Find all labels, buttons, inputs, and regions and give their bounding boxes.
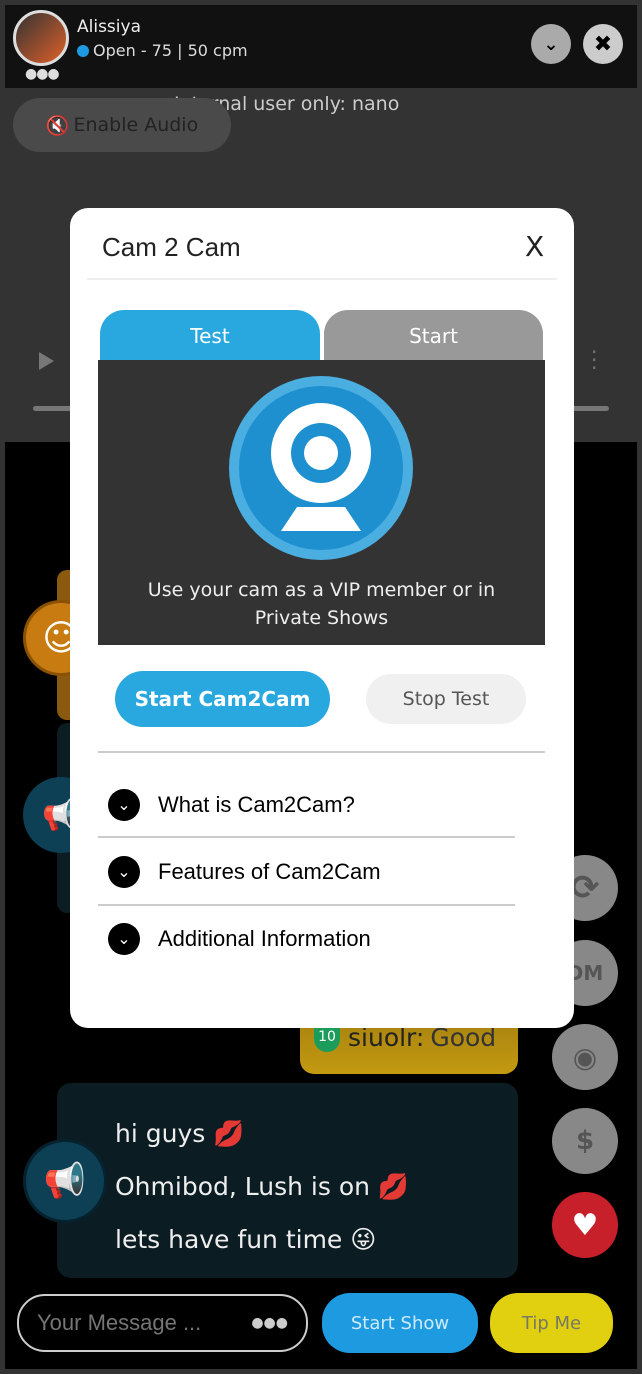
status-dot-icon <box>77 44 89 57</box>
dollar-icon: $ <box>575 1126 595 1156</box>
webcam-button[interactable]: ◉ <box>552 1024 618 1090</box>
webcam-icon: ◉ <box>572 1040 598 1074</box>
tip-button[interactable]: $ <box>552 1108 618 1174</box>
lips-icon: 💋 <box>213 1119 245 1148</box>
divider <box>98 904 515 906</box>
accordion-label: What is Cam2Cam? <box>158 792 355 817</box>
webcam-icon <box>229 376 413 560</box>
divider <box>98 836 515 838</box>
play-icon[interactable] <box>39 352 54 370</box>
accordion-additional-info[interactable]: ⌄ Additional Information <box>108 911 526 967</box>
collapse-button[interactable]: ⌄ <box>531 24 571 64</box>
avatar[interactable] <box>13 10 69 66</box>
chat-line: hi guys 💋 <box>115 1119 245 1148</box>
status-row: Open - 75 | 50 cpm <box>77 41 248 60</box>
header: ●●● Alissiya Open - 75 | 50 cpm ⌄ ✖ <box>5 5 637 88</box>
performer-name: Alissiya <box>77 17 141 37</box>
accordion-what-is-cam2cam[interactable]: ⌄ What is Cam2Cam? <box>108 777 526 833</box>
stop-test-button[interactable]: Stop Test <box>366 674 526 724</box>
message-input[interactable]: ●●● <box>17 1294 308 1352</box>
accordion-label: Additional Information <box>158 926 371 951</box>
heart-icon: ♥ <box>571 1207 599 1243</box>
tab-test[interactable]: Test <box>100 310 320 362</box>
wink-emoji-icon: 😜 <box>350 1225 377 1254</box>
close-button[interactable]: ✖ <box>583 24 623 64</box>
chat-line: Ohmibod, Lush is on 💋 <box>115 1172 410 1201</box>
chevron-down-icon: ⌄ <box>108 856 140 888</box>
modal-close-button[interactable]: X <box>525 230 544 263</box>
chat-message: hi guys 💋 Ohmibod, Lush is on 💋 lets hav… <box>57 1083 518 1278</box>
chat-line: lets have fun time 😜 <box>115 1225 377 1254</box>
favorite-button[interactable]: ♥ <box>552 1192 618 1258</box>
divider <box>87 278 557 280</box>
status-text: Open - 75 | 50 cpm <box>93 41 248 60</box>
chevron-down-icon: ⌄ <box>108 789 140 821</box>
app-frame: ●●● Alissiya Open - 75 | 50 cpm ⌄ ✖ Inte… <box>5 5 637 1369</box>
more-dots-icon[interactable]: ●●● <box>25 66 60 82</box>
cam2cam-modal: Cam 2 Cam X Test Start Use your cam as a… <box>70 208 574 1028</box>
muted-speaker-icon: 🔇 <box>45 114 70 137</box>
refresh-icon: ⟳ <box>570 868 600 908</box>
tab-start[interactable]: Start <box>324 310 543 362</box>
start-show-button[interactable]: Start Show <box>322 1293 478 1353</box>
accordion-label: Features of Cam2Cam <box>158 859 381 884</box>
megaphone-icon: 📢 <box>23 1139 107 1223</box>
enable-audio-button[interactable]: 🔇 Enable Audio <box>13 98 231 152</box>
cam-description: Use your cam as a VIP member or in Priva… <box>147 579 496 629</box>
modal-title: Cam 2 Cam <box>102 232 241 262</box>
start-cam2cam-button[interactable]: Start Cam2Cam <box>115 671 330 727</box>
lips-icon: 💋 <box>377 1172 410 1201</box>
chevron-down-icon: ⌄ <box>108 923 140 955</box>
cam-preview-panel: Use your cam as a VIP member or in Priva… <box>98 360 545 645</box>
more-dots-icon[interactable]: ●●● <box>251 1315 288 1331</box>
message-field[interactable] <box>37 1310 237 1336</box>
enable-audio-label: Enable Audio <box>73 114 199 136</box>
accordion-features[interactable]: ⌄ Features of Cam2Cam <box>108 844 526 900</box>
divider <box>98 751 545 753</box>
tip-me-button[interactable]: Tip Me <box>490 1293 613 1353</box>
more-options-icon[interactable]: · · · <box>591 342 597 378</box>
